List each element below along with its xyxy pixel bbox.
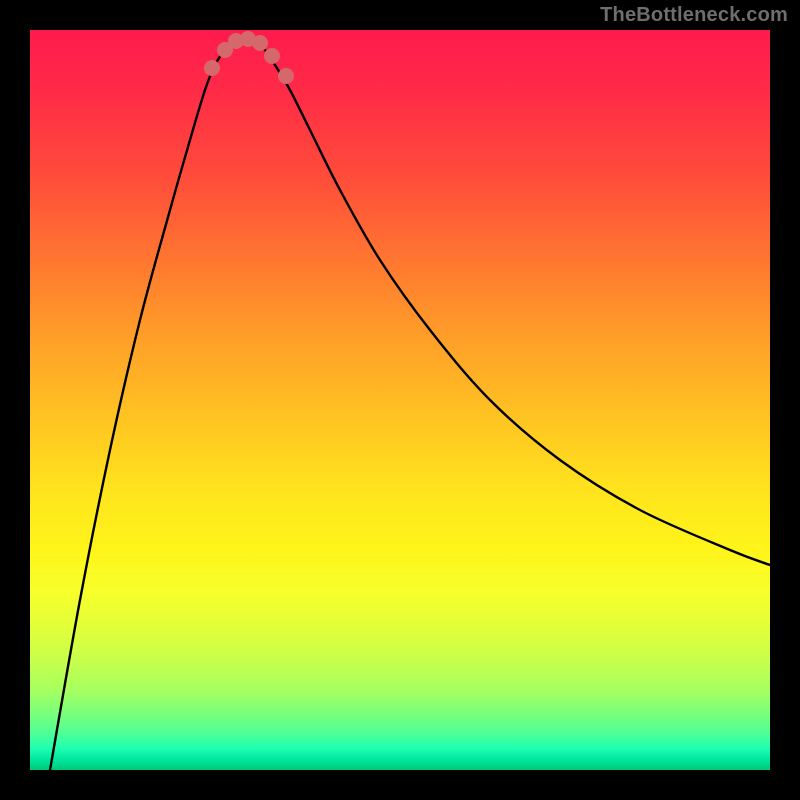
minimum-marker-cluster [204, 31, 294, 84]
bottleneck-curve [50, 40, 770, 770]
curve-layer [30, 30, 770, 770]
plot-area [30, 30, 770, 770]
watermark-text: TheBottleneck.com [600, 4, 788, 27]
chart-frame: TheBottleneck.com [0, 0, 800, 800]
minimum-marker-dot [264, 48, 280, 64]
minimum-marker-dot [278, 68, 294, 84]
minimum-marker-dot [204, 60, 220, 76]
minimum-marker-dot [252, 35, 268, 51]
